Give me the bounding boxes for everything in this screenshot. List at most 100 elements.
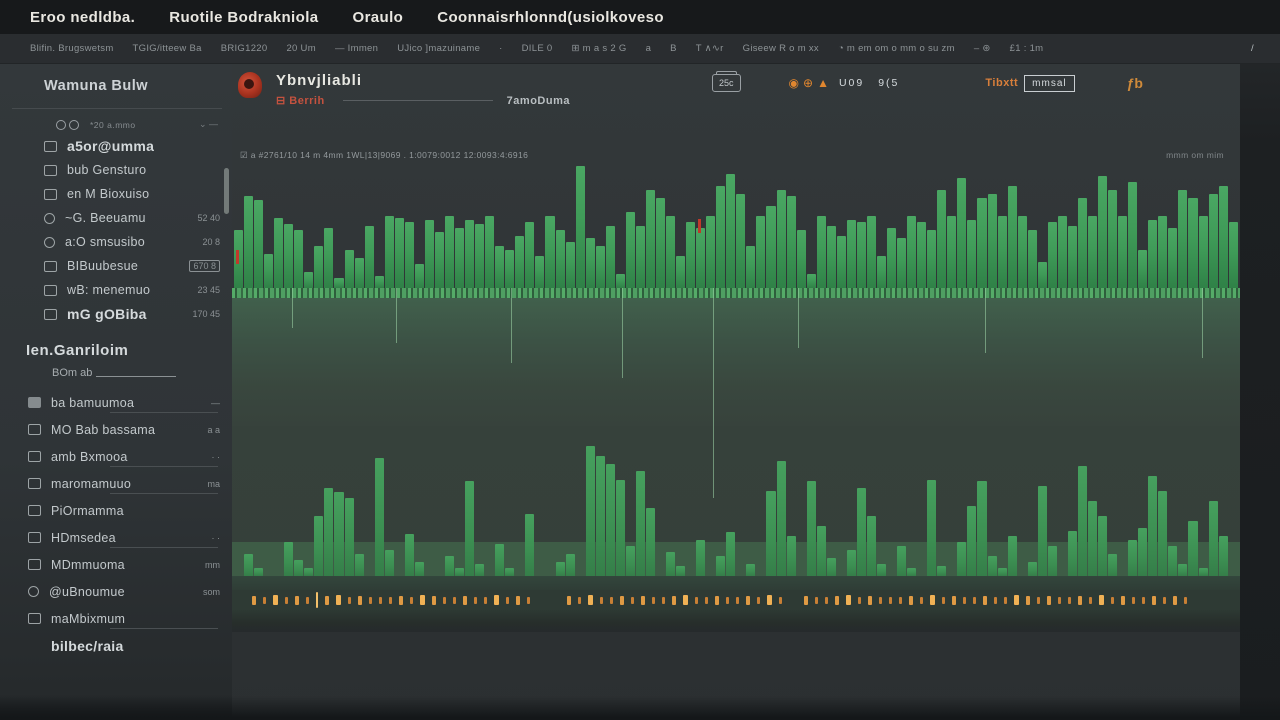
waveform-track-bottom[interactable] <box>232 426 1240 576</box>
waveform-bar <box>636 226 645 288</box>
waveform-bar <box>1219 536 1228 576</box>
waveform-bar <box>1178 564 1187 576</box>
toolbar-segment-12[interactable]: Giseew R o m xx <box>743 43 819 54</box>
toolbar-segment-4[interactable]: — Immen <box>335 43 378 54</box>
orange-warning-icon[interactable]: ▲ <box>817 76 829 90</box>
waveform-bar <box>1028 230 1037 288</box>
toolbar-right-glyph[interactable]: / <box>1251 43 1254 54</box>
toolbar-segment-1[interactable]: TGIG/itteew Ba <box>133 43 202 54</box>
sidebar-item[interactable]: a:O smsusibo20 8 <box>0 230 232 254</box>
sidebar-item[interactable]: maromamuuoma <box>0 470 232 497</box>
orange-tool-icon[interactable]: ƒb <box>1127 75 1143 91</box>
waveform-bar <box>525 514 534 576</box>
waveform-bar <box>1229 222 1238 288</box>
sidebar-item[interactable]: ~G. Beeuamu52 40 <box>0 206 232 230</box>
sidebar-item-label: ba bamuumoa <box>51 396 134 410</box>
toolbar-segment-5[interactable]: UJico ]mazuiname <box>397 43 480 54</box>
toolbar-segment-0[interactable]: Blifin. Brugswetsm <box>30 43 114 54</box>
waveform-area[interactable] <box>232 164 1240 632</box>
action-label-orange[interactable]: Tibxtt <box>985 77 1018 89</box>
orange-status-icon[interactable]: ◉ <box>789 76 799 90</box>
waveform-bar <box>475 224 484 288</box>
checkbox-icon <box>28 397 41 408</box>
sidebar-title: Wamuna Bulw <box>0 78 232 94</box>
item-value: 20 8 <box>202 237 220 247</box>
clip-marker <box>588 595 593 605</box>
clip-marker <box>767 595 772 605</box>
toolbar: Blifin. Brugswetsm TGIG/itteew Ba BRIG1220… <box>0 34 1280 64</box>
toolbar-segment-2[interactable]: BRIG1220 <box>221 43 268 54</box>
sidebar-item[interactable]: ba bamuumoa— <box>0 389 232 416</box>
toolbar-segment-6[interactable]: · <box>499 43 502 54</box>
sidebar-item[interactable]: wB: menemuo23 45 <box>0 278 232 302</box>
toolbar-segment-15[interactable]: £1 : 1m <box>1010 43 1044 54</box>
sidebar-item[interactable]: maMbixmum <box>0 605 232 632</box>
marker-row[interactable] <box>232 590 1240 610</box>
clip-marker <box>348 597 351 604</box>
clip-marker <box>1004 597 1007 604</box>
waveform-bar <box>676 256 685 288</box>
sidebar-item[interactable]: a5or@umma <box>0 134 232 158</box>
toolbar-segment-9[interactable]: a <box>646 43 652 54</box>
sidebar-item[interactable]: mG gOBiba170 45 <box>0 302 232 326</box>
filter-controls[interactable]: ⌄ — <box>199 119 218 130</box>
toolbar-segment-7[interactable]: DILE 0 <box>522 43 553 54</box>
sidebar-item[interactable]: bub Gensturo <box>0 158 232 182</box>
menu-item-3[interactable]: Coonnaisrhlonnd(usiolkoveso <box>437 9 664 26</box>
waveform-bar <box>947 216 956 288</box>
red-accent-mark <box>236 250 239 264</box>
clip-marker <box>1163 597 1166 604</box>
record-icon[interactable] <box>238 72 262 98</box>
item-value: a a <box>207 425 220 435</box>
clip-marker <box>578 597 581 604</box>
sidebar-item[interactable]: @uBnoumuesom <box>0 578 232 605</box>
clip-count-badge[interactable]: 25c <box>712 74 741 92</box>
menu-item-0[interactable]: Eroo nedldba. <box>30 9 135 26</box>
waveform-bar <box>385 550 394 576</box>
item-icon <box>28 559 41 570</box>
toolbar-segment-3[interactable]: 20 Um <box>286 43 315 54</box>
waveform-bar <box>435 232 444 288</box>
waveform-bar <box>696 228 705 288</box>
clip-marker <box>920 597 923 604</box>
waveform-bar <box>1038 262 1047 288</box>
waveform-bar <box>877 564 886 576</box>
menu-item-2[interactable]: Oraulo <box>353 9 404 26</box>
sidebar-filter-row[interactable]: *20 a.mmo ⌄ — <box>0 109 232 134</box>
sidebar-item[interactable]: MO Bab bassamaa a <box>0 416 232 443</box>
waveform-bar <box>385 216 394 288</box>
clip-marker <box>757 597 760 604</box>
waveform-bar <box>656 198 665 288</box>
toolbar-segment-8[interactable]: ⊞ m a s 2 G <box>571 43 626 54</box>
waveform-selection-fill[interactable] <box>232 298 1240 426</box>
waveform-track-top[interactable] <box>232 164 1240 288</box>
sidebar-item[interactable]: PiOrmamma <box>0 497 232 524</box>
toolbar-segment-13[interactable]: ◔ m em om o mm o su zm <box>838 43 955 54</box>
clip-marker <box>899 597 902 604</box>
waveform-bar <box>455 228 464 288</box>
waveform-bar <box>1078 466 1087 576</box>
boxed-button[interactable]: mmsal <box>1024 75 1074 92</box>
sidebar-link[interactable]: BOm ab <box>0 365 232 389</box>
waveform-bar <box>988 556 997 576</box>
menu-item-1[interactable]: Ruotile Bodrakniola <box>169 9 318 26</box>
toolbar-segment-10[interactable]: B <box>670 43 677 54</box>
sidebar-item[interactable]: BIBuubesue670 8 <box>0 254 232 278</box>
waveform-bar <box>1088 216 1097 288</box>
sidebar-item[interactable]: en M Bioxuiso <box>0 182 232 206</box>
clip-marker <box>930 595 935 605</box>
sidebar-scrollbar-thumb[interactable] <box>224 168 229 214</box>
filter-icon <box>69 120 79 130</box>
sidebar-item[interactable]: amb Bxmooa· · <box>0 443 232 470</box>
sidebar-item[interactable]: HDmsedea· · <box>0 524 232 551</box>
waveform-bar <box>525 222 534 288</box>
sidebar-item[interactable]: MDmmuomamm <box>0 551 232 578</box>
orange-gear-icon[interactable]: ⊕ <box>803 76 813 90</box>
toolbar-segment-14[interactable]: – ⊛ <box>974 43 991 54</box>
clip-marker <box>285 597 288 604</box>
toolbar-segment-11[interactable]: T ∧∿r <box>696 43 724 54</box>
sidebar-item[interactable]: bilbec/raia <box>0 632 232 659</box>
waveform-bar <box>967 506 976 576</box>
clip-marker <box>432 596 436 605</box>
waveform-bar <box>606 464 615 576</box>
